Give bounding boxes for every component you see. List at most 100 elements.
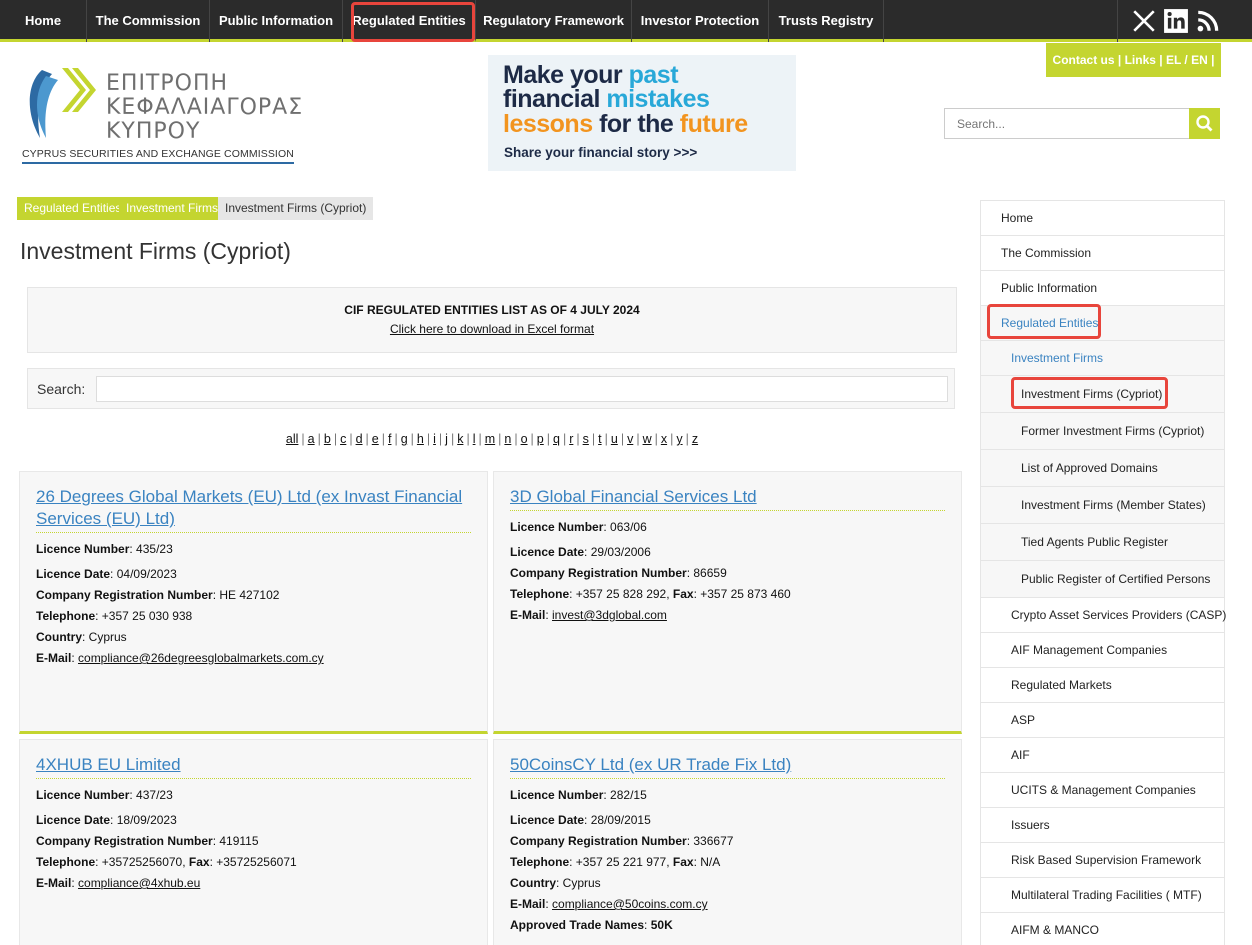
sidebar-item-risk-based-supervision[interactable]: Risk Based Supervision Framework	[981, 843, 1224, 878]
telephone: +357 25 221 977	[575, 855, 667, 869]
sidebar-item-aif[interactable]: AIF	[981, 738, 1224, 773]
nav-the-commission[interactable]: The Commission	[87, 0, 210, 42]
contact-links-bar[interactable]: Contact us | Links | EL / EN |	[1046, 43, 1221, 77]
sidebar-item-mtf[interactable]: Multilateral Trading Facilities ( MTF)	[981, 878, 1224, 913]
alphabet-link-n[interactable]: n	[504, 432, 511, 446]
breadcrumb-regulated-entities[interactable]: Regulated Entities	[17, 197, 129, 220]
firm-name-link[interactable]: 3D Global Financial Services Ltd	[510, 486, 945, 511]
alphabet-separator: |	[301, 432, 305, 446]
email-link[interactable]: compliance@4xhub.eu	[78, 876, 200, 890]
alphabet-link-m[interactable]: m	[485, 432, 495, 446]
sidebar-item-public-information[interactable]: Public Information	[981, 271, 1224, 306]
banner-text: financial	[503, 85, 600, 113]
alphabet-link-r[interactable]: r	[569, 432, 573, 446]
alphabet-link-q[interactable]: q	[553, 432, 560, 446]
alphabet-link-d[interactable]: d	[356, 432, 363, 446]
alphabet-link-o[interactable]: o	[521, 432, 528, 446]
alphabet-link-all[interactable]: all	[286, 432, 299, 446]
alphabet-link-g[interactable]: g	[401, 432, 408, 446]
highlight-box	[987, 304, 1101, 339]
search-button[interactable]	[1189, 108, 1220, 139]
nav-investor-protection[interactable]: Investor Protection	[632, 0, 769, 42]
email-link[interactable]: compliance@26degreesglobalmarkets.com.cy	[78, 651, 324, 665]
cysec-logo[interactable]: ΕΠΙΤΡΟΠΗ ΚΕΦΑΛΑΙΑΓΟΡΑΣ ΚΥΠΡΟΥ CYPRUS SEC…	[22, 64, 302, 164]
field-label: E-Mail	[36, 876, 72, 890]
field-label: E-Mail	[36, 651, 72, 665]
field-label: Licence Number	[36, 788, 130, 802]
download-excel-link[interactable]: Click here to download in Excel format	[28, 322, 956, 336]
info-box: CIF REGULATED ENTITIES LIST AS OF 4 JULY…	[27, 287, 957, 353]
alphabet-link-a[interactable]: a	[308, 432, 315, 446]
licence-date: 04/09/2023	[116, 567, 177, 581]
sidebar-item-regulated-markets[interactable]: Regulated Markets	[981, 668, 1224, 703]
sidebar-item-asp[interactable]: ASP	[981, 703, 1224, 738]
alphabet-link-c[interactable]: c	[340, 432, 346, 446]
alphabet-link-i[interactable]: i	[433, 432, 436, 446]
nav-regulatory-framework[interactable]: Regulatory Framework	[476, 0, 632, 42]
sidebar-item-casp[interactable]: Crypto Asset Services Providers (CASP)	[981, 598, 1226, 633]
breadcrumb-investment-firms[interactable]: Investment Firms	[119, 197, 226, 220]
sidebar-item-aifm-manco[interactable]: AIFM & MANCO	[981, 913, 1224, 945]
sidebar-item-tied-agents[interactable]: Tied Agents Public Register	[981, 524, 1224, 561]
alphabet-link-s[interactable]: s	[583, 432, 589, 446]
nav-trusts-registry[interactable]: Trusts Registry	[769, 0, 884, 42]
field-label: Country	[36, 630, 82, 644]
alphabet-link-h[interactable]: h	[417, 432, 424, 446]
sidebar-item-issuers[interactable]: Issuers	[981, 808, 1224, 843]
sidebar-item-investment-firms[interactable]: Investment Firms	[981, 341, 1224, 376]
firm-card: 3D Global Financial Services Ltd Licence…	[493, 471, 962, 734]
sidebar-item-approved-domains[interactable]: List of Approved Domains	[981, 450, 1224, 487]
logo-mark-icon	[29, 68, 96, 138]
rss-icon[interactable]	[1195, 8, 1221, 34]
sidebar-item-investment-firms-member-states[interactable]: Investment Firms (Member States)	[981, 487, 1224, 524]
logo-greek-line1: ΕΠΙΤΡΟΠΗ	[106, 71, 229, 96]
alphabet-link-e[interactable]: e	[372, 432, 379, 446]
email-link[interactable]: compliance@50coins.com.cy	[552, 897, 708, 911]
alphabet-separator: |	[576, 432, 580, 446]
email-link[interactable]: invest@3dglobal.com	[552, 608, 667, 622]
firm-name-link[interactable]: 4XHUB EU Limited	[36, 754, 471, 779]
field-label: Licence Date	[510, 545, 585, 559]
alphabet-link-u[interactable]: u	[611, 432, 618, 446]
alphabet-link-y[interactable]: y	[676, 432, 682, 446]
sidebar-item-home[interactable]: Home	[981, 201, 1224, 236]
alphabet-separator: |	[514, 432, 518, 446]
alphabet-link-w[interactable]: w	[643, 432, 652, 446]
list-search-input[interactable]	[96, 376, 948, 402]
alphabet-link-l[interactable]: l	[473, 432, 476, 446]
firm-name-link[interactable]: 26 Degrees Global Markets (EU) Ltd (ex I…	[36, 486, 471, 533]
sidebar-item-ucits[interactable]: UCITS & Management Companies	[981, 773, 1224, 808]
alphabet-separator: |	[604, 432, 608, 446]
fax: +357 25 873 460	[700, 587, 791, 601]
x-icon[interactable]	[1131, 8, 1157, 34]
licence-number: 063/06	[610, 520, 647, 534]
nav-public-information[interactable]: Public Information	[210, 0, 343, 42]
alphabet-link-j[interactable]: j	[445, 432, 448, 446]
alphabet-link-x[interactable]: x	[661, 432, 667, 446]
campaign-banner[interactable]: Make your past financial mistakes lesson…	[488, 55, 796, 171]
sidebar-item-aif-management[interactable]: AIF Management Companies	[981, 633, 1224, 668]
field-label: Licence Date	[510, 813, 585, 827]
sidebar-item-former-investment-firms[interactable]: Former Investment Firms (Cypriot)	[981, 413, 1224, 450]
alphabet-link-t[interactable]: t	[598, 432, 601, 446]
logo-greek-line3: ΚΥΠΡΟΥ	[106, 119, 201, 144]
top-navigation: Home The Commission Public Information R…	[0, 0, 1252, 42]
linkedin-icon[interactable]	[1163, 8, 1189, 34]
nav-home[interactable]: Home	[0, 0, 87, 42]
banner-text: mistakes	[606, 85, 710, 113]
company-reg-number: HE 427102	[219, 588, 280, 602]
alphabet-link-z[interactable]: z	[692, 432, 698, 446]
alphabet-link-f[interactable]: f	[388, 432, 391, 446]
alphabet-separator: |	[562, 432, 567, 446]
sidebar-item-the-commission[interactable]: The Commission	[981, 236, 1224, 271]
sidebar-item-certified-persons[interactable]: Public Register of Certified Persons	[981, 561, 1224, 598]
site-search-input[interactable]	[944, 108, 1190, 139]
company-reg-number: 336677	[693, 834, 734, 848]
field-label: Telephone	[510, 587, 570, 601]
alphabet-link-k[interactable]: k	[457, 432, 463, 446]
alphabet-link-p[interactable]: p	[537, 432, 544, 446]
logo-greek-line2: ΚΕΦΑΛΑΙΑΓΟΡΑΣ	[106, 95, 304, 120]
firm-name-link[interactable]: 50CoinsCY Ltd (ex UR Trade Fix Ltd)	[510, 754, 945, 779]
alphabet-link-v[interactable]: v	[627, 432, 633, 446]
alphabet-link-b[interactable]: b	[324, 432, 331, 446]
